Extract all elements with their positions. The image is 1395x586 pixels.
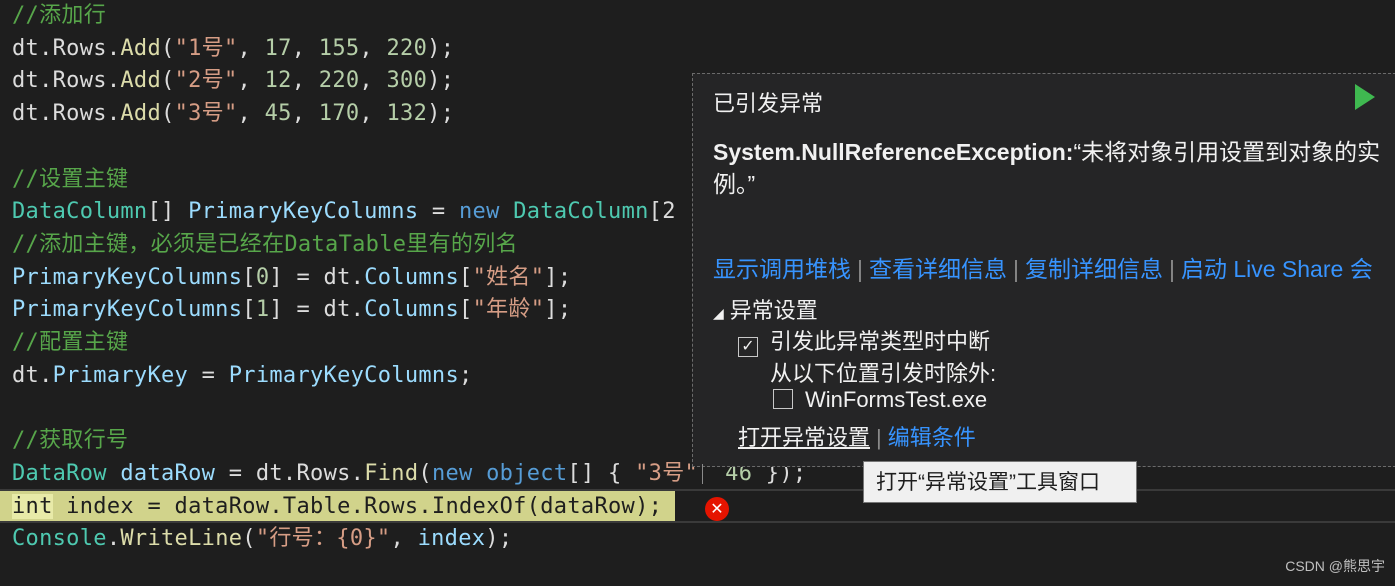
exception-settings-header[interactable]: ◢ 异常设置 bbox=[713, 293, 818, 325]
error-icon[interactable]: ✕ bbox=[705, 497, 729, 521]
break-when-thrown-row[interactable]: ✓ 引发此异常类型时中断 bbox=[738, 324, 990, 357]
module-row[interactable]: WinFormsTest.exe bbox=[773, 387, 987, 413]
code-line[interactable]: dt.PrimaryKey = PrimaryKeyColumns; bbox=[12, 360, 473, 392]
code-line[interactable]: //添加行 bbox=[12, 0, 106, 32]
current-line-border-bottom bbox=[0, 521, 1395, 523]
open-exception-settings-link[interactable]: 打开异常设置 bbox=[738, 425, 870, 450]
settings-links: 打开异常设置 | 编辑条件 bbox=[738, 425, 976, 450]
code-line[interactable]: dt.Rows.Add("1号", 17, 155, 220); bbox=[12, 33, 454, 65]
code-line[interactable]: //配置主键 bbox=[12, 327, 128, 359]
code-line[interactable]: //添加主键，必须是已经在DataTable里有的列名 bbox=[12, 229, 518, 261]
edit-conditions-link[interactable]: 编辑条件 bbox=[888, 425, 976, 450]
code-line[interactable]: PrimaryKeyColumns[0] = dt.Columns["姓名"]; bbox=[12, 262, 571, 294]
exception-type: System.NullReferenceException: bbox=[713, 139, 1074, 165]
view-details-link[interactable]: 查看详细信息 bbox=[869, 256, 1007, 282]
watermark: CSDN @熊思宇 bbox=[1285, 558, 1385, 574]
exception-helper-panel: 已引发异常 System.NullReferenceException:“未将对… bbox=[692, 73, 1395, 467]
collapse-triangle-icon: ◢ bbox=[713, 305, 724, 321]
code-line[interactable]: //获取行号 bbox=[12, 425, 128, 457]
copy-details-link[interactable]: 复制详细信息 bbox=[1025, 256, 1163, 282]
exception-message: System.NullReferenceException:“未将对象引用设置到… bbox=[713, 136, 1383, 200]
code-line[interactable]: PrimaryKeyColumns[1] = dt.Columns["年龄"]; bbox=[12, 294, 571, 326]
code-line[interactable]: dt.Rows.Add("2号", 12, 220, 300); bbox=[12, 65, 454, 97]
code-line[interactable]: dt.Rows.Add("3号", 45, 170, 132); bbox=[12, 98, 454, 130]
tooltip-pointer bbox=[702, 464, 743, 484]
exception-title: 已引发异常 bbox=[713, 91, 824, 116]
code-line[interactable]: DataRow dataRow = dt.Rows.Find(new objec… bbox=[12, 458, 806, 490]
exception-links: 显示调用堆栈 | 查看详细信息 | 复制详细信息 | 启动 Live Share 会 bbox=[713, 256, 1373, 282]
show-call-stack-link[interactable]: 显示调用堆栈 bbox=[713, 256, 851, 282]
module-checkbox[interactable] bbox=[773, 389, 793, 409]
module-checkbox-label: WinFormsTest.exe bbox=[805, 387, 988, 412]
continue-play-icon[interactable] bbox=[1355, 84, 1375, 110]
code-line[interactable]: Console.WriteLine("行号：{0}", index); bbox=[12, 523, 512, 555]
except-label: 从以下位置引发时除外: bbox=[770, 361, 997, 386]
code-line[interactable]: DataColumn[] PrimaryKeyColumns = new Dat… bbox=[12, 196, 676, 228]
break-checkbox[interactable]: ✓ bbox=[738, 337, 758, 357]
current-line-border-top bbox=[0, 489, 1395, 491]
break-checkbox-label: 引发此异常类型时中断 bbox=[770, 329, 991, 354]
code-line[interactable]: //设置主键 bbox=[12, 164, 128, 196]
code-line[interactable]: int index = dataRow.Table.Rows.IndexOf(d… bbox=[0, 490, 675, 523]
tooltip: 打开“异常设置”工具窗口 bbox=[863, 461, 1137, 503]
start-live-share-link[interactable]: 启动 Live Share 会 bbox=[1181, 256, 1373, 282]
